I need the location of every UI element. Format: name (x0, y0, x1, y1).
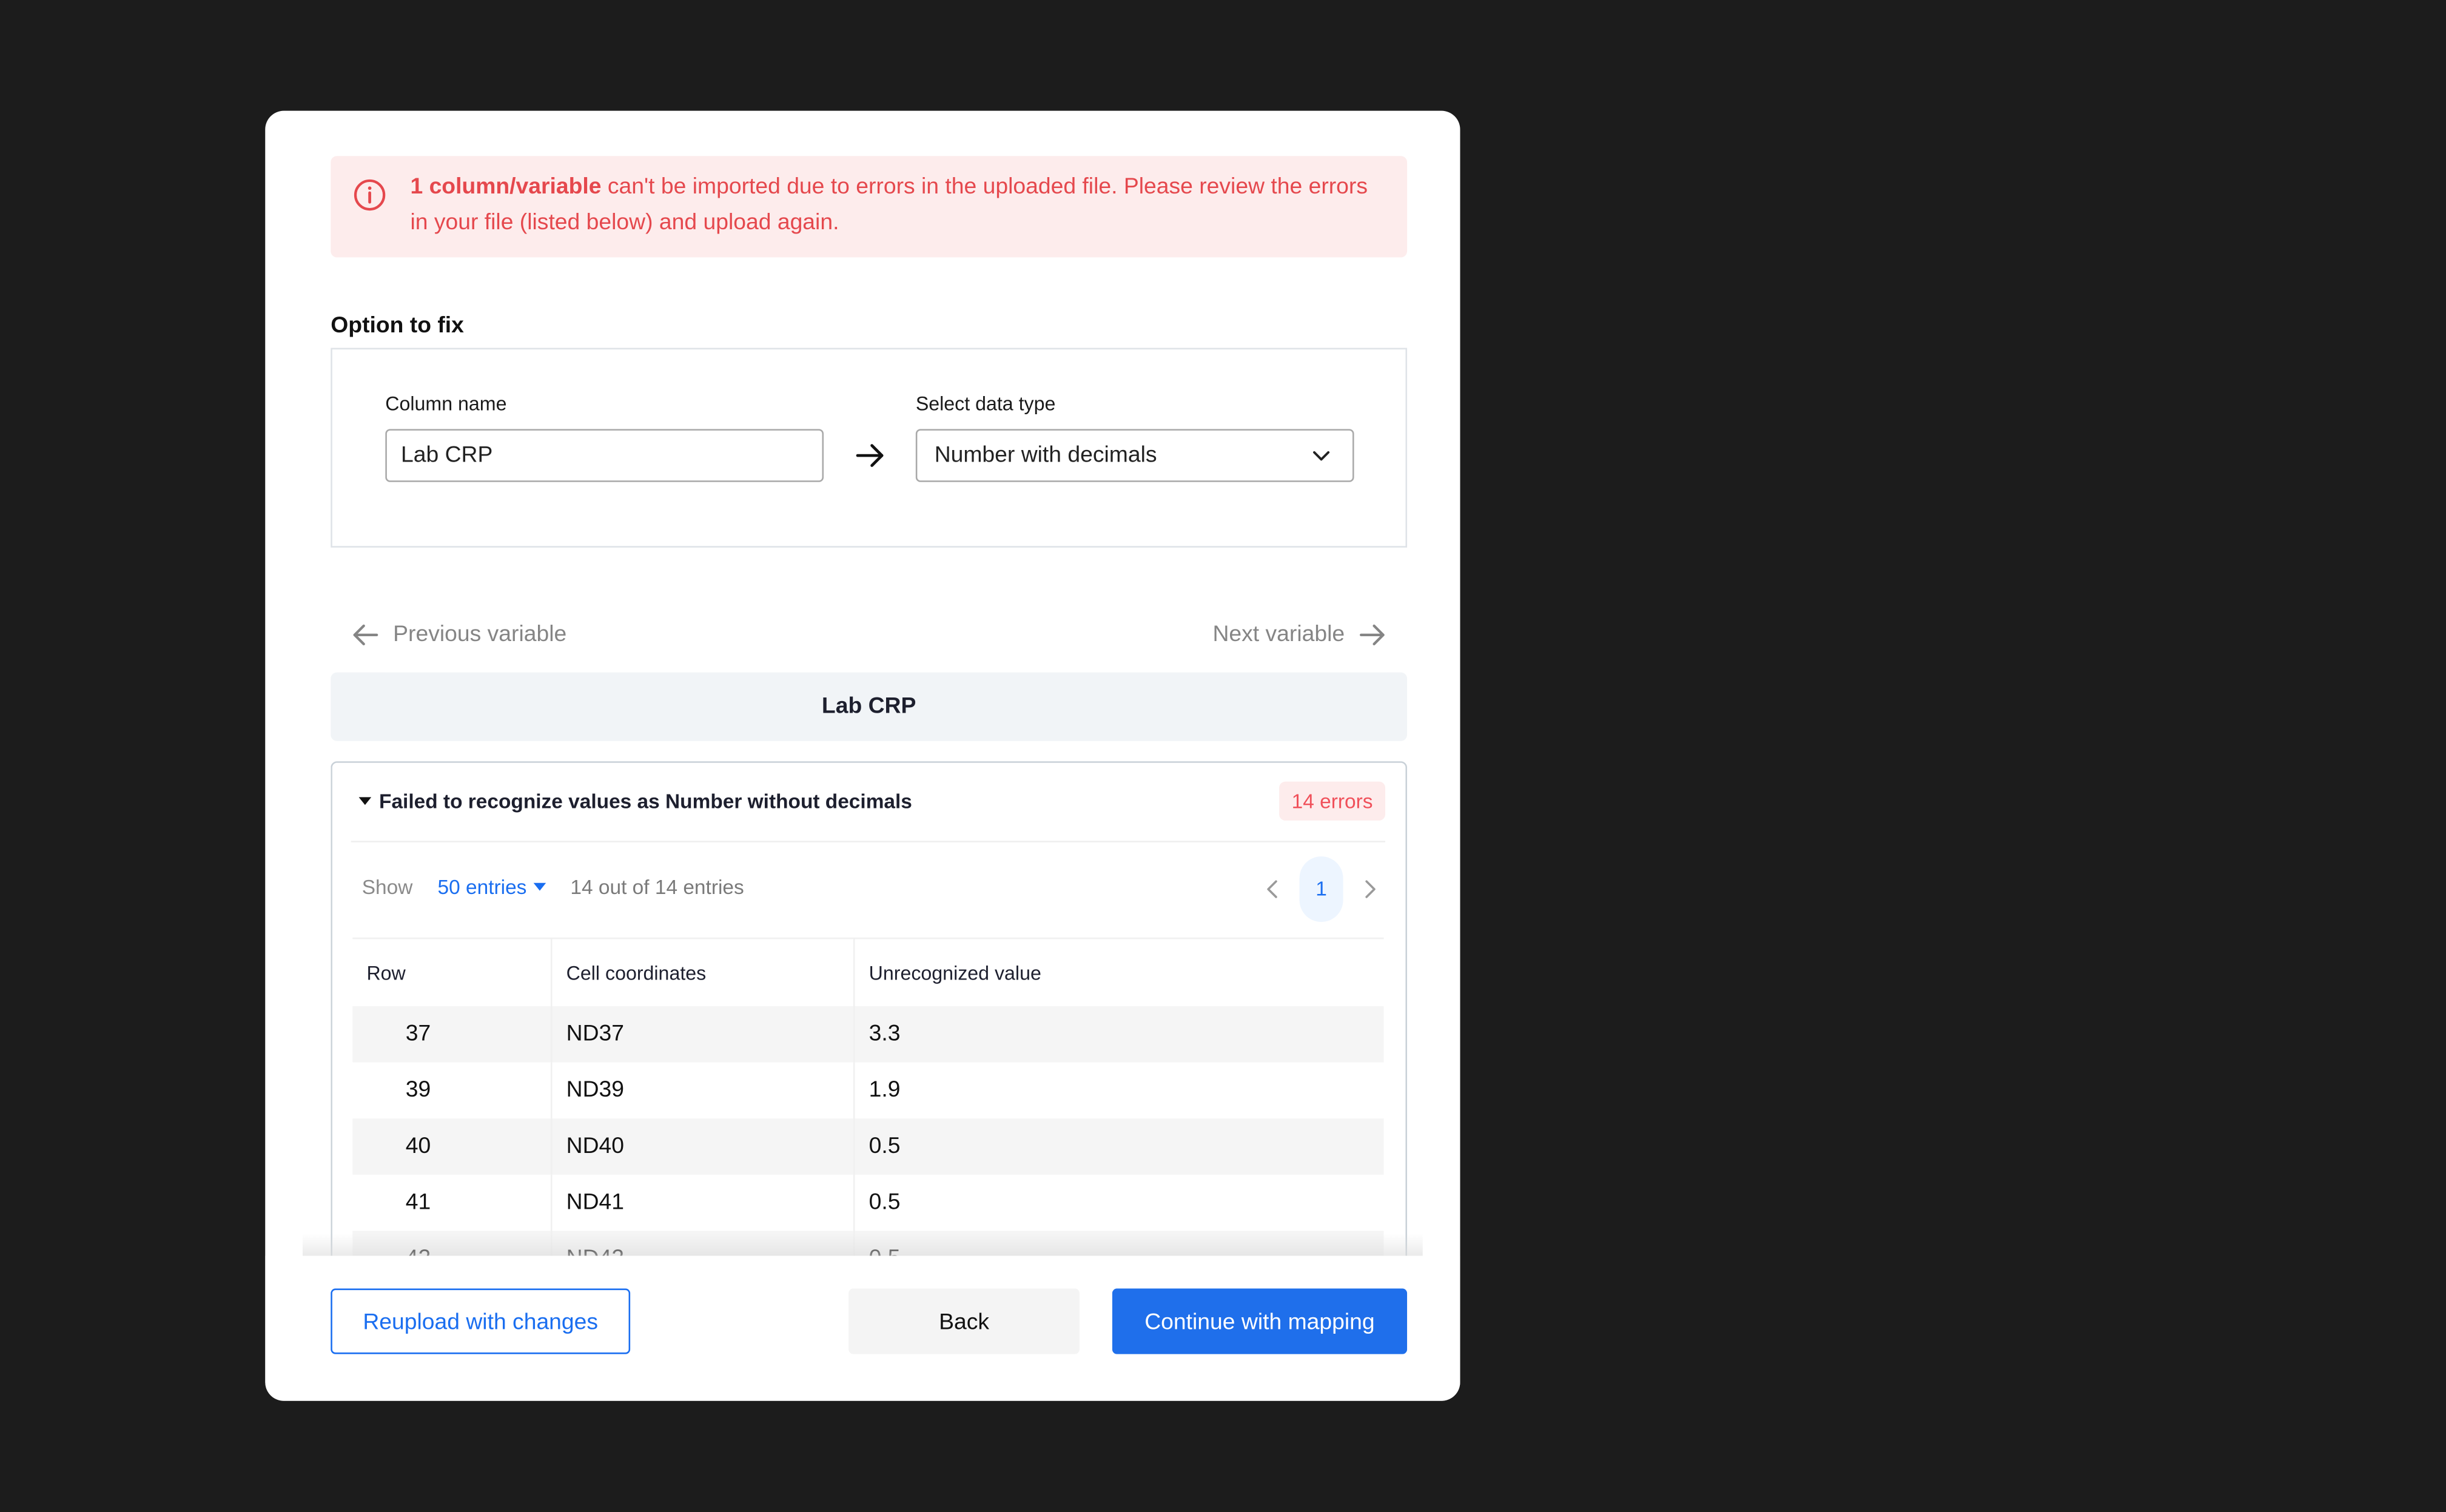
entries-per-page-value: 50 entries (437, 875, 527, 899)
reupload-button[interactable]: Reupload with changes (331, 1288, 631, 1354)
table-row: 39 ND39 1.9 (352, 1062, 1383, 1119)
arrow-right-icon (1360, 624, 1385, 645)
chevron-right-icon[interactable] (1359, 878, 1380, 900)
next-variable-button[interactable]: Next variable (1212, 619, 1388, 650)
option-to-fix-title: Option to fix (331, 313, 464, 339)
column-header-row: Row (352, 937, 553, 1007)
column-header-cell-coordinates: Cell coordinates (551, 937, 855, 1007)
divider (351, 841, 1386, 842)
option-to-fix-box: Column name Select data type Number with… (331, 348, 1408, 548)
column-name-label: Column name (385, 393, 507, 415)
data-type-select[interactable]: Number with decimals (915, 429, 1354, 482)
error-banner-message: 1 column/variable can't be imported due … (410, 170, 1385, 241)
row-number: 41 (352, 1174, 553, 1231)
caret-down-icon (533, 882, 546, 891)
unrecognized-value: 0.5 (854, 1118, 1384, 1175)
unrecognized-value: 3.3 (854, 1006, 1384, 1063)
entries-per-page-select[interactable]: 50 entries (438, 875, 546, 899)
show-label: Show (361, 875, 413, 899)
error-count-badge: 14 errors (1279, 781, 1386, 821)
caret-down-icon (358, 797, 372, 805)
chevron-left-icon[interactable] (1262, 878, 1284, 900)
table-row: 37 ND37 3.3 (352, 1006, 1384, 1063)
column-name-input[interactable] (385, 429, 824, 482)
page-button-current[interactable]: 1 (1299, 856, 1343, 922)
info-circle-icon (354, 179, 386, 211)
error-banner-count: 1 column/variable (410, 175, 602, 200)
arrow-left-icon (353, 624, 378, 645)
error-banner: 1 column/variable can't be imported due … (331, 156, 1408, 258)
table-header-row: Row Cell coordinates Unrecognized value (352, 937, 1384, 1007)
errors-summary-text: Failed to recognize values as Number wit… (379, 789, 912, 813)
row-number: 37 (352, 1006, 553, 1063)
data-type-selected-value: Number with decimals (934, 443, 1157, 468)
back-button[interactable]: Back (848, 1288, 1080, 1354)
errors-panel: Failed to recognize values as Number wit… (331, 761, 1408, 1278)
chevron-down-icon (1313, 451, 1330, 461)
continue-with-mapping-button[interactable]: Continue with mapping (1112, 1288, 1408, 1354)
column-header-unrecognized-value: Unrecognized value (854, 937, 1384, 1007)
import-errors-dialog: 1 column/variable can't be imported due … (265, 110, 1460, 1401)
entries-count: 14 out of 14 entries (570, 875, 744, 899)
errors-summary-toggle[interactable]: Failed to recognize values as Number wit… (358, 789, 912, 813)
cell-coordinates: ND40 (551, 1118, 855, 1175)
errors-table: Row Cell coordinates Unrecognized value … (352, 937, 1384, 1278)
scroll-shadow (302, 1234, 1423, 1258)
data-type-label: Select data type (915, 393, 1056, 415)
arrow-right-icon (856, 444, 884, 467)
entries-control: Show 50 entries 14 out of 14 entries (362, 875, 744, 899)
unrecognized-value: 1.9 (869, 1078, 901, 1103)
previous-variable-button[interactable]: Previous variable (349, 619, 566, 650)
cell-coordinates: ND37 (551, 1006, 855, 1063)
table-row: 41 ND41 0.5 (352, 1174, 1383, 1231)
row-number: 39 (352, 1062, 553, 1119)
pagination: 1 (1262, 856, 1380, 922)
row-number: 40 (352, 1118, 553, 1175)
cell-coordinates: ND41 (551, 1174, 855, 1231)
cell-coordinates: ND39 (551, 1062, 855, 1119)
previous-variable-label: Previous variable (393, 622, 567, 648)
current-variable-header: Lab CRP (331, 672, 1408, 741)
next-variable-label: Next variable (1212, 622, 1345, 648)
unrecognized-value: 0.5 (869, 1190, 901, 1215)
table-row: 40 ND40 0.5 (352, 1118, 1384, 1175)
